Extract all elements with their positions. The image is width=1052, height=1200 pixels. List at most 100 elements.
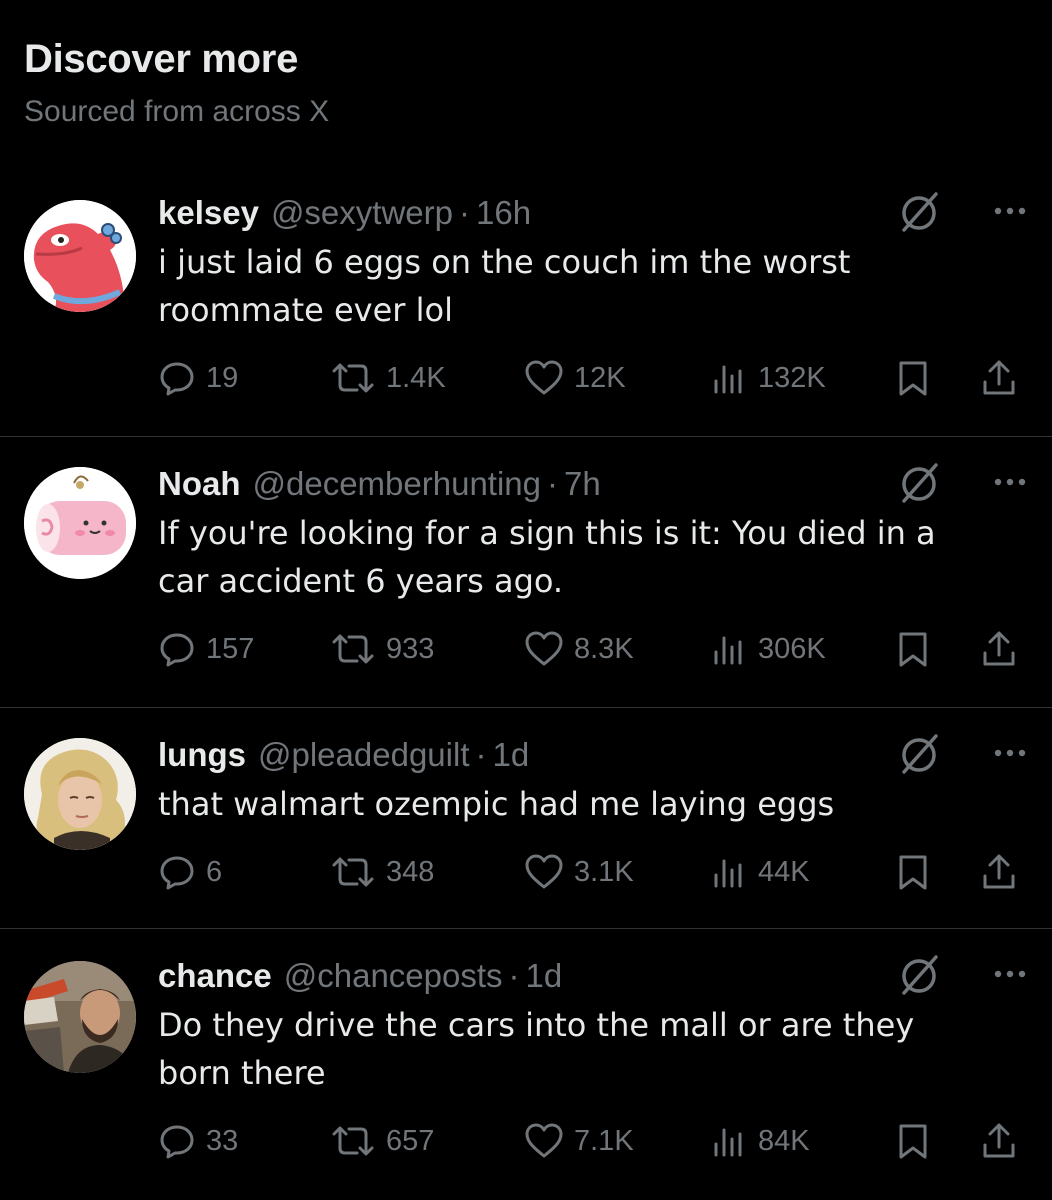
display-name[interactable]: Noah — [158, 463, 241, 505]
post-item[interactable]: Noah @decemberhunting · 7h If you're loo… — [0, 437, 1052, 708]
bearded-man-photo-avatar — [24, 961, 136, 1073]
separator-dot: · — [475, 736, 487, 773]
display-name[interactable]: chance — [158, 955, 272, 997]
heart-icon — [525, 1123, 563, 1158]
reply-button[interactable]: 6 — [158, 852, 222, 892]
repost-button[interactable]: 348 — [330, 852, 434, 892]
post-body: chance @chanceposts · 1d Do they drive t… — [158, 955, 1028, 1097]
share-icon — [983, 854, 1015, 889]
discover-title: Discover more — [24, 37, 299, 81]
share-button[interactable] — [980, 358, 1018, 398]
user-handle[interactable]: @decemberhunting — [253, 463, 542, 505]
repost-button[interactable]: 1.4K — [330, 358, 446, 398]
grok-icon[interactable] — [898, 953, 942, 997]
like-button[interactable]: 3.1K — [524, 852, 634, 892]
discover-header: Discover more Sourced from across X — [24, 34, 329, 132]
views-icon — [714, 1128, 742, 1157]
avatar[interactable] — [24, 961, 136, 1073]
repost-count: 1.4K — [386, 361, 446, 394]
like-count: 12K — [574, 361, 626, 394]
share-button[interactable] — [980, 852, 1018, 892]
repost-icon — [332, 1126, 374, 1156]
reply-icon — [160, 362, 194, 396]
grok-icon[interactable] — [898, 732, 942, 776]
like-button[interactable]: 7.1K — [524, 1121, 634, 1161]
heart-icon — [525, 631, 563, 666]
post-item[interactable]: chance @chanceposts · 1d Do they drive t… — [0, 929, 1052, 1199]
more-icon[interactable] — [992, 738, 1028, 768]
post-actions: 157 933 8.3K 306K — [158, 629, 1028, 669]
like-count: 8.3K — [574, 632, 634, 665]
post-text: If you're looking for a sign this is it:… — [158, 514, 936, 600]
display-name[interactable]: lungs — [158, 734, 246, 776]
separator-dot: · — [547, 465, 559, 502]
post-body: lungs @pleadedguilt · 1d that walmart oz… — [158, 734, 1028, 828]
post-time[interactable]: 1d — [526, 955, 563, 997]
reply-count: 19 — [206, 361, 239, 394]
share-button[interactable] — [980, 1121, 1018, 1161]
bookmark-button[interactable] — [896, 1121, 930, 1161]
post-time[interactable]: 16h — [476, 192, 531, 234]
repost-icon — [332, 363, 374, 393]
separator-dot: · — [459, 194, 470, 231]
repost-button[interactable]: 933 — [330, 629, 434, 669]
red-cartoon-creature-avatar — [24, 200, 136, 312]
display-name[interactable]: kelsey — [158, 192, 259, 234]
bookmark-button[interactable] — [896, 629, 930, 669]
views-icon — [714, 859, 742, 888]
pink-roll-cake-avatar — [24, 467, 136, 579]
views-button[interactable]: 132K — [710, 358, 826, 398]
post-time[interactable]: 7h — [564, 463, 601, 505]
reply-icon — [160, 1125, 194, 1159]
heart-icon — [525, 854, 563, 889]
bookmark-icon — [899, 632, 927, 667]
repost-icon — [332, 857, 374, 887]
share-icon — [983, 1123, 1015, 1158]
post-actions: 19 1.4K 12K 132K — [158, 358, 1028, 398]
blonde-person-photo-avatar — [24, 738, 136, 850]
grok-icon[interactable] — [898, 190, 942, 234]
reply-button[interactable]: 33 — [158, 1121, 238, 1161]
avatar[interactable] — [24, 200, 136, 312]
post-time[interactable]: 1d — [493, 734, 530, 776]
like-count: 3.1K — [574, 855, 634, 888]
user-handle[interactable]: @pleadedguilt — [258, 734, 470, 776]
discover-subtitle: Sourced from across X — [24, 95, 330, 128]
views-count: 306K — [758, 632, 826, 665]
post-item[interactable]: kelsey @sexytwerp · 16h i just laid 6 eg… — [0, 170, 1052, 437]
views-icon — [714, 365, 742, 394]
reply-icon — [160, 633, 194, 667]
avatar[interactable] — [24, 467, 136, 579]
like-button[interactable]: 8.3K — [524, 629, 634, 669]
heart-icon — [525, 360, 563, 395]
views-button[interactable]: 306K — [710, 629, 826, 669]
reply-count: 6 — [206, 855, 223, 888]
bookmark-icon — [899, 361, 927, 396]
reply-button[interactable]: 19 — [158, 358, 238, 398]
grok-icon[interactable] — [898, 461, 942, 505]
post-item[interactable]: lungs @pleadedguilt · 1d that walmart oz… — [0, 708, 1052, 929]
more-icon[interactable] — [992, 467, 1028, 497]
post-body: Noah @decemberhunting · 7h If you're loo… — [158, 463, 1028, 605]
repost-button[interactable]: 657 — [330, 1121, 434, 1161]
share-button[interactable] — [980, 629, 1018, 669]
views-icon — [714, 636, 742, 665]
post-text: Do they drive the cars into the mall or … — [158, 1006, 915, 1092]
share-icon — [983, 360, 1015, 395]
more-icon[interactable] — [992, 959, 1028, 989]
bookmark-button[interactable] — [896, 358, 930, 398]
post-actions: 33 657 7.1K 84K — [158, 1121, 1028, 1161]
user-handle[interactable]: @chanceposts — [284, 955, 503, 997]
avatar[interactable] — [24, 738, 136, 850]
views-button[interactable]: 44K — [710, 852, 810, 892]
views-button[interactable]: 84K — [710, 1121, 810, 1161]
repost-count: 657 — [386, 1124, 435, 1157]
bookmark-icon — [899, 1124, 927, 1159]
reply-count: 157 — [206, 632, 255, 665]
reply-count: 33 — [206, 1124, 239, 1157]
bookmark-button[interactable] — [896, 852, 930, 892]
like-button[interactable]: 12K — [524, 358, 626, 398]
reply-button[interactable]: 157 — [158, 629, 254, 669]
more-icon[interactable] — [992, 196, 1028, 226]
user-handle[interactable]: @sexytwerp — [271, 192, 453, 234]
